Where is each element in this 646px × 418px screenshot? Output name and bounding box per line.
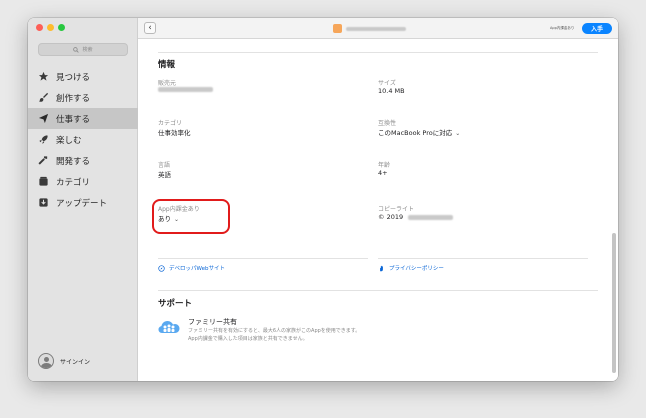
update-download-icon — [38, 197, 49, 208]
close-window-button[interactable] — [36, 24, 43, 31]
family-sharing-title: ファミリー共有 — [188, 318, 237, 326]
category-box-icon — [38, 176, 49, 187]
divider — [378, 258, 588, 259]
minimize-window-button[interactable] — [47, 24, 54, 31]
divider — [158, 258, 368, 259]
chevron-down-icon: ⌄ — [455, 130, 461, 137]
signin-label: サインイン — [60, 358, 91, 366]
compatibility-value[interactable]: このMacBook Proに対応 ⌄ — [378, 127, 460, 137]
seller-value-redacted — [158, 87, 213, 92]
family-sharing-description: ファミリー共有を有効にすると、最大6人の家族がこのAppを使用できます。App内… — [188, 328, 361, 342]
compatibility-text: このMacBook Proに対応 — [378, 129, 453, 137]
sidebar-item-play[interactable]: 楽しむ — [28, 129, 138, 150]
compatibility-label: 互換性 — [378, 120, 397, 127]
sidebar: 検索 見つける 創作する 仕事する 楽しむ 開発する カテゴリ アップデート サ… — [28, 18, 138, 381]
info-title: 情報 — [158, 60, 176, 70]
toolbar: ‹ App内課金あり 入手 — [138, 18, 618, 39]
sidebar-item-label: 創作する — [56, 93, 91, 104]
sidebar-item-updates[interactable]: アップデート — [28, 192, 138, 213]
sidebar-item-discover[interactable]: 見つける — [28, 66, 138, 87]
star-icon — [38, 71, 49, 82]
language-value: 英語 — [158, 171, 171, 179]
app-icon — [333, 24, 342, 33]
annotation-highlight-box — [152, 199, 230, 234]
seller-label: 販売元 — [158, 80, 177, 87]
sidebar-item-label: 見つける — [56, 72, 91, 83]
hammer-icon — [38, 155, 49, 166]
sidebar-item-label: 仕事する — [56, 114, 91, 125]
size-label: サイズ — [378, 80, 396, 87]
sidebar-item-label: カテゴリ — [56, 177, 91, 188]
zoom-window-button[interactable] — [58, 24, 65, 31]
copyright-text: © 2019 — [378, 213, 404, 221]
copyright-label: コピーライト — [378, 206, 415, 213]
developer-website-label: デベロッパWebサイト — [169, 266, 225, 272]
size-value: 10.4 MB — [378, 87, 405, 95]
app-header-title — [333, 24, 406, 33]
search-input[interactable]: 検索 — [38, 43, 128, 56]
sidebar-nav: 見つける 創作する 仕事する 楽しむ 開発する カテゴリ アップデート — [28, 66, 138, 213]
sidebar-item-label: アップデート — [56, 198, 108, 209]
sidebar-item-develop[interactable]: 開発する — [28, 150, 138, 171]
language-label: 言語 — [158, 162, 171, 169]
sidebar-item-categories[interactable]: カテゴリ — [28, 171, 138, 192]
hand-icon — [380, 265, 383, 271]
sidebar-item-label: 楽しむ — [56, 135, 82, 146]
sidebar-item-work[interactable]: 仕事する — [28, 108, 138, 129]
signin-button[interactable]: サインイン — [38, 353, 90, 369]
sidebar-item-label: 開発する — [56, 156, 91, 167]
age-value: 4+ — [378, 169, 388, 177]
divider — [158, 290, 598, 291]
copyright-value: © 2019 — [378, 213, 454, 221]
scrollbar[interactable] — [612, 233, 616, 373]
search-icon — [73, 46, 80, 53]
brush-icon — [38, 92, 49, 103]
iap-note: App内課金あり — [550, 26, 575, 30]
search-placeholder: 検索 — [82, 47, 93, 53]
rocket-icon — [38, 134, 49, 145]
avatar — [38, 353, 54, 369]
get-button[interactable]: 入手 — [582, 23, 612, 34]
paper-plane-icon — [38, 113, 49, 124]
age-label: 年齢 — [378, 162, 391, 169]
support-title: サポート — [158, 299, 193, 309]
traffic-lights — [36, 24, 65, 31]
category-label: カテゴリ — [158, 120, 183, 127]
app-store-window: 検索 見つける 創作する 仕事する 楽しむ 開発する カテゴリ アップデート サ… — [28, 18, 618, 381]
privacy-policy-label: プライバシーポリシー — [389, 266, 444, 272]
app-name-redacted — [346, 26, 406, 31]
sidebar-item-create[interactable]: 創作する — [28, 87, 138, 108]
family-sharing-icon — [158, 320, 180, 336]
back-button[interactable]: ‹ — [144, 22, 156, 34]
copyright-holder-redacted — [408, 214, 454, 220]
developer-website-link[interactable]: デベロッパWebサイト — [158, 264, 225, 272]
divider — [158, 52, 598, 53]
category-value: 仕事効率化 — [158, 129, 191, 137]
compass-icon — [158, 264, 165, 272]
privacy-policy-link[interactable]: プライバシーポリシー — [378, 264, 444, 272]
